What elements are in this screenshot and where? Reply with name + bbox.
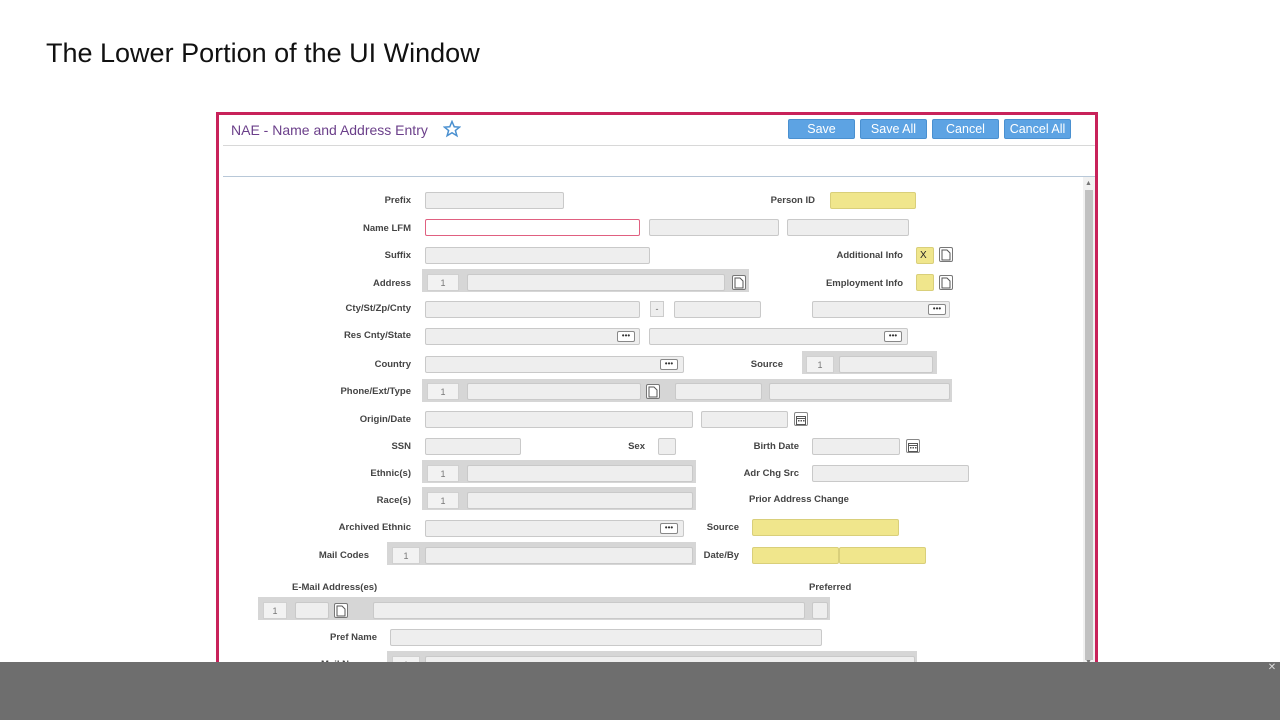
county-lookup-icon[interactable]: ••• xyxy=(928,304,946,315)
ethnics-label: Ethnic(s) xyxy=(370,468,411,479)
pref-name-label: Pref Name xyxy=(330,632,377,643)
origin-date-field[interactable] xyxy=(701,411,788,428)
close-icon[interactable]: ✕ xyxy=(1266,663,1278,674)
races-field[interactable] xyxy=(467,492,693,509)
prior-address-change-label: Prior Address Change xyxy=(749,494,849,505)
prior-date-field[interactable] xyxy=(752,547,839,564)
middle-name-field[interactable] xyxy=(787,219,909,236)
ssn-label: SSN xyxy=(391,441,411,452)
archived-ethnic-label: Archived Ethnic xyxy=(338,522,411,533)
archived-ethnic-lookup-icon[interactable]: ••• xyxy=(660,523,678,534)
res-state-lookup-icon[interactable]: ••• xyxy=(884,331,902,342)
date-by-label: Date/By xyxy=(703,550,739,561)
birth-date-label: Birth Date xyxy=(753,441,799,452)
additional-info-label: Additional Info xyxy=(836,250,904,261)
scroll-up-icon[interactable]: ▲ xyxy=(1085,180,1092,187)
ethnics-field[interactable] xyxy=(467,465,693,482)
email-address-field[interactable] xyxy=(373,602,805,619)
nae-window: NAE - Name and Address Entry Save Save A… xyxy=(216,112,1098,670)
prefix-label: Prefix xyxy=(384,195,411,206)
phone-ext-field[interactable] xyxy=(675,383,762,400)
email-label: E-Mail Address(es) xyxy=(292,582,378,593)
first-name-field[interactable] xyxy=(649,219,779,236)
save-button[interactable]: Save xyxy=(788,119,855,139)
email-document-icon[interactable] xyxy=(334,603,348,618)
res-cnty-state-label: Res Cnty/State xyxy=(343,330,411,341)
address-label: Address xyxy=(372,278,411,289)
races-seq: 1 xyxy=(427,492,459,509)
address-seq: 1 xyxy=(427,274,459,291)
zip-field[interactable] xyxy=(674,301,761,318)
additional-info-value: X xyxy=(920,250,927,261)
adr-chg-src-field[interactable] xyxy=(812,465,969,482)
ssn-field[interactable] xyxy=(425,438,521,455)
source2-label: Source xyxy=(706,522,739,533)
source-seq: 1 xyxy=(806,356,834,373)
birth-date-calendar-icon[interactable] xyxy=(906,439,920,453)
res-state-field[interactable] xyxy=(649,328,908,345)
person-id-field[interactable] xyxy=(830,192,916,209)
email-type-field[interactable] xyxy=(295,602,329,619)
additional-info-field[interactable]: X xyxy=(916,247,934,264)
suffix-field[interactable] xyxy=(425,247,650,264)
scrollbar-thumb[interactable] xyxy=(1085,190,1093,660)
favorite-star-icon[interactable] xyxy=(443,120,461,138)
mail-codes-seq: 1 xyxy=(392,547,420,564)
adr-chg-src-label: Adr Chg Src xyxy=(743,468,799,479)
window-header: NAE - Name and Address Entry Save Save A… xyxy=(219,115,1095,145)
email-seq: 1 xyxy=(263,602,287,619)
employment-info-label: Employment Info xyxy=(825,278,903,289)
country-field[interactable] xyxy=(425,356,684,373)
address-field[interactable] xyxy=(467,274,725,291)
country-label: Country xyxy=(374,359,411,370)
email-preferred-field[interactable] xyxy=(812,602,828,619)
suffix-label: Suffix xyxy=(384,250,411,261)
prior-source-field[interactable] xyxy=(752,519,899,536)
origin-field[interactable] xyxy=(425,411,693,428)
cty-st-zp-label: Cty/St/Zp/Cnty xyxy=(345,303,411,314)
additional-info-document-icon[interactable] xyxy=(939,247,953,262)
source-field[interactable] xyxy=(839,356,933,373)
pref-name-field[interactable] xyxy=(390,629,822,646)
last-name-field[interactable] xyxy=(425,219,640,236)
phone-seq: 1 xyxy=(427,383,459,400)
cancel-button[interactable]: Cancel xyxy=(932,119,999,139)
state-field[interactable]: - xyxy=(650,301,664,317)
archived-ethnic-field[interactable] xyxy=(425,520,684,537)
phone-label: Phone/Ext/Type xyxy=(340,386,411,397)
preferred-label: Preferred xyxy=(809,582,852,593)
person-id-label: Person ID xyxy=(770,195,815,206)
cancel-all-button[interactable]: Cancel All xyxy=(1004,119,1071,139)
prior-by-field[interactable] xyxy=(839,547,926,564)
source-label: Source xyxy=(750,359,783,370)
save-all-button[interactable]: Save All xyxy=(860,119,927,139)
sex-field[interactable] xyxy=(658,438,676,455)
toolbar-strip xyxy=(223,145,1095,177)
phone-type-field[interactable] xyxy=(769,383,950,400)
birth-date-field[interactable] xyxy=(812,438,900,455)
name-lfm-label: Name LFM xyxy=(362,223,411,234)
prefix-field[interactable] xyxy=(425,192,564,209)
races-label: Race(s) xyxy=(376,495,411,506)
country-lookup-icon[interactable]: ••• xyxy=(660,359,678,370)
employment-info-field[interactable] xyxy=(916,274,934,291)
res-county-lookup-icon[interactable]: ••• xyxy=(617,331,635,342)
ethnics-seq: 1 xyxy=(427,465,459,482)
city-field[interactable] xyxy=(425,301,640,318)
origin-date-label: Origin/Date xyxy=(359,414,411,425)
window-title: NAE - Name and Address Entry xyxy=(231,122,428,138)
mail-codes-field[interactable] xyxy=(425,547,693,564)
res-county-field[interactable] xyxy=(425,328,640,345)
employment-info-document-icon[interactable] xyxy=(939,275,953,290)
origin-date-calendar-icon[interactable] xyxy=(794,412,808,426)
address-document-icon[interactable] xyxy=(732,275,746,290)
sex-label: Sex xyxy=(628,441,645,452)
slide-title: The Lower Portion of the UI Window xyxy=(46,38,480,68)
mail-codes-label: Mail Codes xyxy=(318,550,369,561)
phone-field[interactable] xyxy=(467,383,641,400)
bottom-bar xyxy=(0,662,1280,720)
phone-document-icon[interactable] xyxy=(646,384,660,399)
